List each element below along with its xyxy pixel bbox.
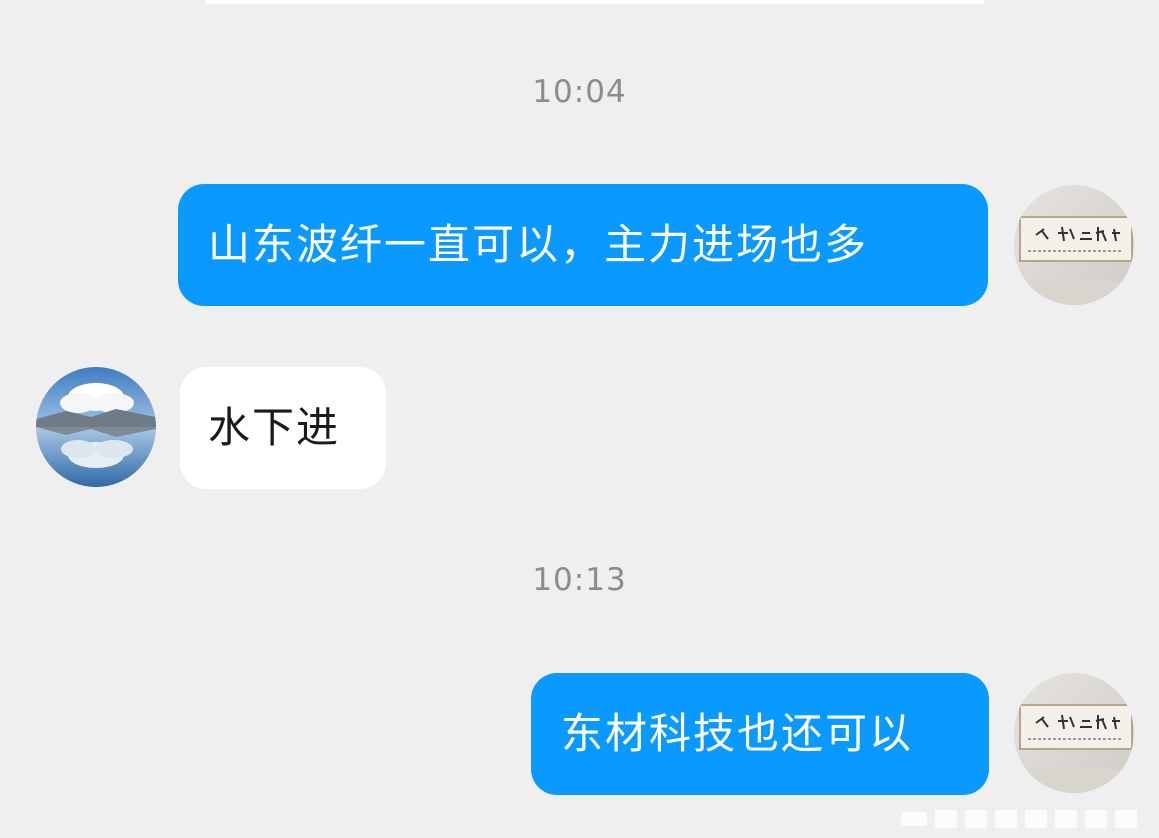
message-text: 东材科技也还可以 bbox=[561, 709, 914, 758]
watermark-logo bbox=[901, 810, 1137, 828]
contact-avatar[interactable] bbox=[36, 367, 156, 487]
user-avatar[interactable] bbox=[1014, 185, 1134, 305]
user-avatar[interactable] bbox=[1014, 673, 1134, 793]
landscape-avatar-icon bbox=[36, 367, 156, 487]
message-text: 山东波纤一直可以，主力进场也多 bbox=[208, 220, 869, 269]
message-bubble-outgoing[interactable]: 山东波纤一直可以，主力进场也多 bbox=[178, 184, 988, 306]
message-bubble-incoming[interactable]: 水下进 bbox=[180, 367, 386, 489]
timestamp: 10:04 bbox=[532, 74, 627, 110]
previous-message-bubble-edge bbox=[205, 0, 985, 4]
message-text: 水下进 bbox=[208, 403, 341, 452]
message-bubble-outgoing[interactable]: 东材科技也还可以 bbox=[531, 673, 989, 795]
calligraphy-avatar-icon bbox=[1014, 673, 1134, 793]
timestamp: 10:13 bbox=[532, 562, 627, 598]
chat-view: 10:04 山东波纤一直可以，主力进场也多 水下进 10:13 东材科技也还可以 bbox=[0, 0, 1159, 838]
calligraphy-avatar-icon bbox=[1014, 185, 1134, 305]
